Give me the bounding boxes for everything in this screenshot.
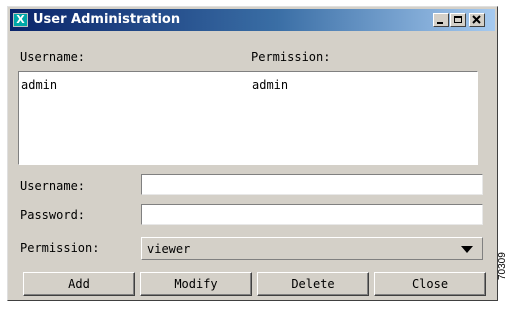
password-label: Password: — [20, 208, 86, 222]
maximize-icon — [454, 16, 462, 23]
delete-button[interactable]: Delete — [257, 272, 369, 296]
list-header-permission: Permission: — [251, 50, 331, 64]
row-username: admin — [21, 78, 58, 92]
user-list[interactable]: admin admin — [18, 71, 478, 165]
maximize-button[interactable] — [450, 13, 466, 27]
list-header-username: Username: — [20, 50, 86, 64]
row-permission: admin — [252, 78, 289, 92]
window-title: User Administration — [33, 12, 181, 27]
username-input[interactable] — [141, 174, 483, 195]
permission-selected-value: viewer — [147, 242, 191, 256]
title-bar[interactable]: X User Administration — [10, 9, 495, 31]
dropdown-arrow-icon — [461, 246, 473, 253]
figure-id: 70309 — [497, 252, 508, 280]
modify-button[interactable]: Modify — [140, 272, 252, 296]
password-input[interactable] — [141, 204, 483, 225]
user-administration-window: X User Administration Username: Permissi… — [7, 6, 498, 301]
add-button[interactable]: Add — [23, 272, 135, 296]
app-icon: X — [13, 13, 28, 27]
permission-select[interactable]: viewer — [141, 237, 483, 260]
minimize-button[interactable] — [433, 13, 449, 27]
list-row[interactable]: admin admin — [19, 78, 477, 94]
close-button[interactable]: Close — [374, 272, 486, 296]
close-icon — [472, 15, 481, 24]
permission-label: Permission: — [20, 241, 100, 255]
username-label: Username: — [20, 179, 86, 193]
close-window-button[interactable] — [469, 13, 485, 27]
minimize-icon — [437, 22, 443, 24]
